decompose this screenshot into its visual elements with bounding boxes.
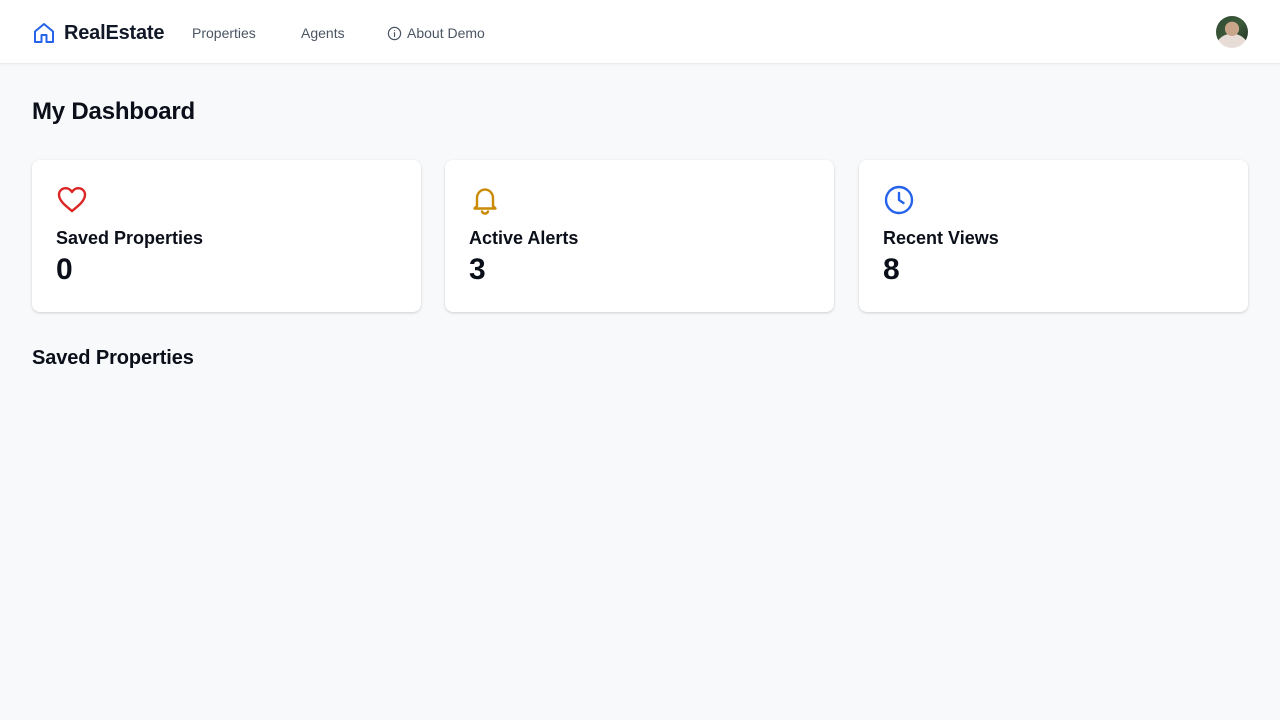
brand-name: RealEstate: [64, 21, 165, 44]
stat-value: 3: [469, 253, 486, 286]
top-navbar: RealEstate Properties Agents About Demo: [0, 0, 1280, 64]
stat-value: 0: [56, 253, 73, 286]
stat-label: Saved Properties: [56, 228, 204, 248]
stat-value: 8: [883, 253, 900, 286]
stat-card-active-alerts: Active Alerts 3: [445, 160, 834, 312]
nav-link-label: Agents: [301, 25, 345, 41]
brand-logo-link[interactable]: RealEstate: [32, 18, 164, 48]
home-icon: [32, 21, 56, 45]
nav-link-about-demo[interactable]: About Demo: [387, 24, 485, 42]
bell-icon: [469, 184, 501, 216]
stat-label: Recent Views: [883, 228, 999, 248]
info-icon: [387, 26, 407, 41]
page-title: My Dashboard: [32, 98, 195, 125]
heart-icon: [56, 184, 88, 216]
stat-card-saved-properties: Saved Properties 0: [32, 160, 421, 312]
nav-link-agents[interactable]: Agents: [301, 24, 345, 42]
stat-card-recent-views: Recent Views 8: [859, 160, 1248, 312]
stat-label: Active Alerts: [469, 228, 579, 248]
nav-link-label: About Demo: [407, 25, 485, 41]
nav-link-label: Properties: [192, 25, 256, 41]
user-avatar[interactable]: [1216, 16, 1248, 48]
nav-link-properties[interactable]: Properties: [192, 24, 256, 42]
clock-icon: [883, 184, 915, 216]
section-title-saved-properties: Saved Properties: [32, 347, 194, 369]
